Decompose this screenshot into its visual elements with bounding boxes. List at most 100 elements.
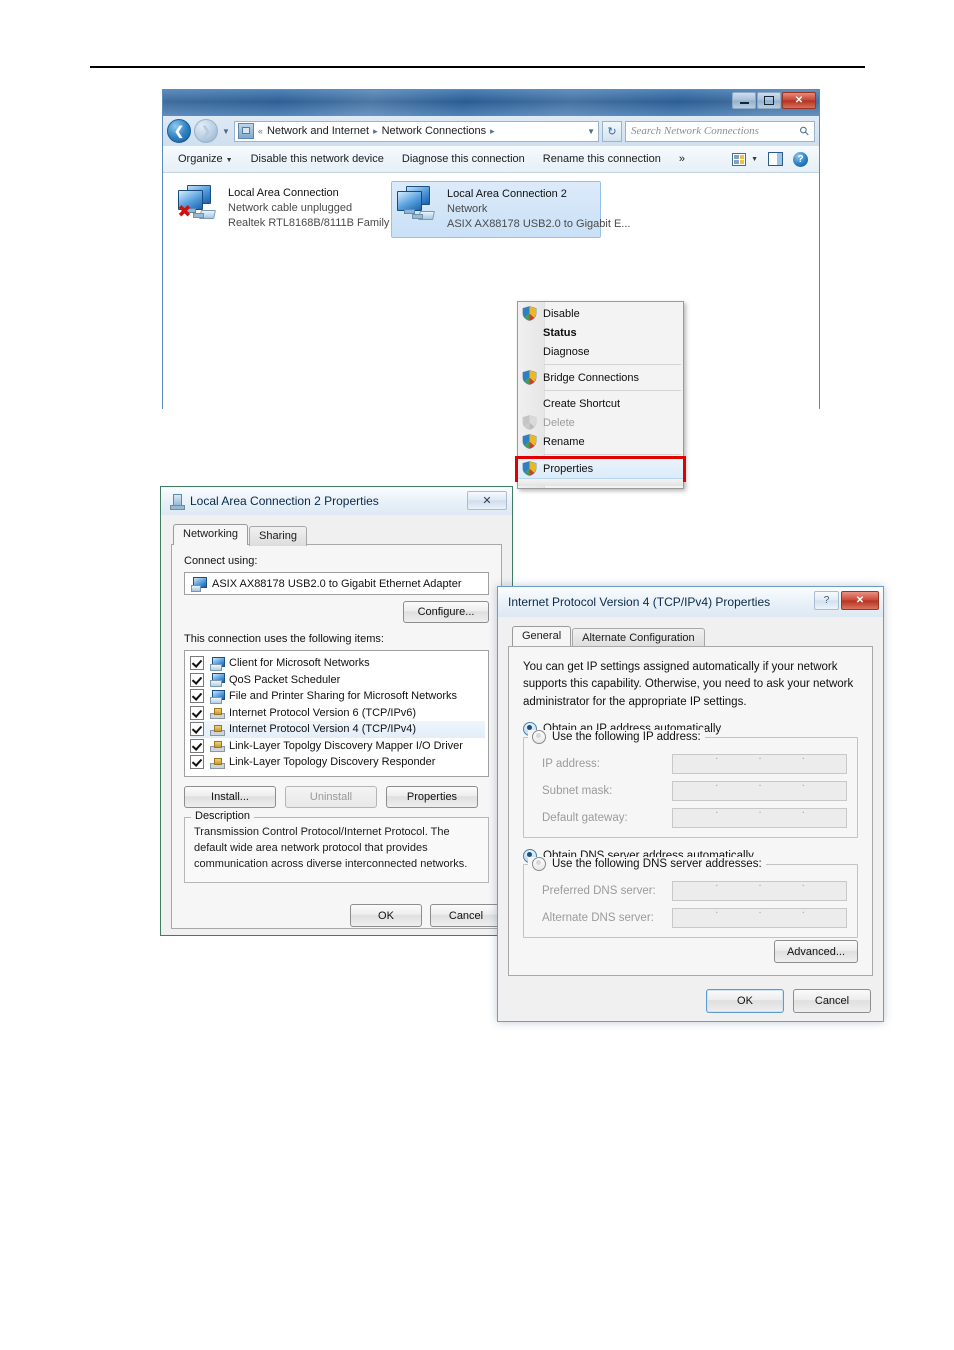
context-menu-icon-placeholder-3 bbox=[522, 396, 537, 411]
radio-use-following-dns[interactable]: Use the following DNS server addresses: bbox=[528, 856, 766, 871]
alternate-dns-input: . . . bbox=[672, 904, 847, 928]
description-text: Transmission Control Protocol/Internet P… bbox=[194, 826, 468, 870]
ipv4-close-button[interactable]: ✕ bbox=[841, 591, 879, 610]
network-items-list[interactable]: Client for Microsoft Networks QoS Packet… bbox=[184, 650, 489, 777]
context-menu-item-bridge-connections[interactable]: Bridge Connections bbox=[518, 368, 683, 387]
ipv4-dialog-content: General Alternate Configuration You can … bbox=[498, 617, 883, 1021]
network-folder-icon bbox=[237, 123, 254, 139]
default-gateway-row: Default gateway: . . . bbox=[542, 804, 847, 828]
connection-item-local-area-connection-2[interactable]: Local Area Connection 2 Network ASIX AX8… bbox=[391, 181, 630, 238]
network-connection-icon bbox=[169, 493, 185, 510]
item-action-buttons: Install... Uninstall Properties bbox=[184, 786, 489, 808]
radio-button-ip-manual[interactable] bbox=[532, 729, 546, 744]
minimize-button[interactable] bbox=[732, 92, 756, 109]
context-menu-icon-placeholder bbox=[522, 325, 537, 340]
network-adapter-icon-2 bbox=[396, 186, 440, 224]
install-button[interactable]: Install... bbox=[184, 786, 276, 808]
item-checkbox[interactable] bbox=[190, 672, 204, 687]
item-label: File and Printer Sharing for Microsoft N… bbox=[229, 690, 458, 703]
item-label: Client for Microsoft Networks bbox=[229, 657, 370, 670]
connection-name: Local Area Connection bbox=[228, 187, 339, 199]
recent-pages-icon[interactable]: ▼ bbox=[221, 127, 231, 136]
connections-list: ✖ Local Area Connection Network cable un… bbox=[163, 181, 819, 238]
ipv4-help-button[interactable]: ? bbox=[814, 591, 839, 610]
breadcrumb-network-and-internet[interactable]: Network and Internet bbox=[267, 125, 369, 137]
breadcrumb-separator-1: ▸ bbox=[373, 125, 378, 136]
context-menu-item-properties[interactable]: Properties bbox=[515, 456, 686, 482]
connection-device: Realtek RTL8168B/8111B Family P... bbox=[228, 216, 408, 229]
list-item[interactable]: Link-Layer Topolgy Discovery Mapper I/O … bbox=[190, 738, 488, 755]
item-checkbox[interactable] bbox=[190, 738, 204, 753]
ip-dot: . bbox=[715, 776, 719, 789]
item-checkbox[interactable] bbox=[190, 689, 204, 704]
radio-use-following-ip[interactable]: Use the following IP address: bbox=[528, 729, 705, 744]
help-button[interactable]: ? bbox=[788, 150, 813, 169]
lac-dialog-title: Local Area Connection 2 Properties bbox=[190, 494, 379, 508]
views-button[interactable]: ▼ bbox=[727, 151, 763, 168]
context-menu-label-rename: Rename bbox=[543, 435, 585, 448]
address-dropdown-icon[interactable]: ▼ bbox=[587, 127, 595, 136]
radio-button-dns-manual[interactable] bbox=[532, 856, 546, 871]
lac-dialog-titlebar: Local Area Connection 2 Properties ✕ bbox=[161, 487, 512, 515]
list-item[interactable]: Link-Layer Topology Discovery Responder bbox=[190, 754, 488, 771]
shield-icon-bridge bbox=[522, 370, 537, 385]
preferred-dns-row: Preferred DNS server: . . . bbox=[542, 876, 847, 901]
radio-label-dns-manual: Use the following DNS server addresses: bbox=[552, 857, 762, 870]
tab-networking[interactable]: Networking bbox=[173, 524, 249, 545]
tab-sharing[interactable]: Sharing bbox=[249, 526, 307, 546]
item-checkbox[interactable] bbox=[190, 656, 204, 671]
context-menu-item-create-shortcut[interactable]: Create Shortcut bbox=[518, 394, 683, 413]
advanced-row: Advanced... bbox=[774, 940, 858, 963]
views-icon bbox=[732, 152, 747, 166]
list-item[interactable]: Internet Protocol Version 6 (TCP/IPv6) bbox=[190, 705, 488, 722]
preview-pane-button[interactable] bbox=[763, 150, 788, 168]
item-checkbox[interactable] bbox=[190, 755, 204, 770]
toolbar-diagnose[interactable]: Diagnose this connection bbox=[393, 150, 534, 168]
item-checkbox[interactable] bbox=[190, 705, 204, 720]
item-properties-button[interactable]: Properties bbox=[386, 786, 478, 808]
general-tab-panel: You can get IP settings assigned automat… bbox=[508, 646, 873, 976]
context-menu-label-properties: Properties bbox=[543, 462, 594, 475]
context-menu-item-rename[interactable]: Rename bbox=[518, 432, 683, 451]
ipv4-ok-button[interactable]: OK bbox=[706, 989, 784, 1013]
lac-ok-button[interactable]: OK bbox=[350, 904, 422, 927]
refresh-button[interactable]: ↻ bbox=[602, 120, 622, 142]
network-connections-window: ✕ ❮ ❯ ▼ « Network and Internet ▸ Network… bbox=[162, 89, 820, 489]
search-input[interactable]: Search Network Connections bbox=[631, 125, 800, 137]
advanced-button[interactable]: Advanced... bbox=[774, 940, 858, 963]
list-item-selected[interactable]: Internet Protocol Version 4 (TCP/IPv4) bbox=[190, 721, 485, 738]
list-item[interactable]: File and Printer Sharing for Microsoft N… bbox=[190, 688, 488, 705]
address-input[interactable]: « Network and Internet ▸ Network Connect… bbox=[233, 120, 599, 142]
toolbar-disable-device[interactable]: Disable this network device bbox=[242, 150, 393, 168]
back-button[interactable]: ❮ bbox=[167, 119, 191, 143]
context-menu-label-bridge-connections: Bridge Connections bbox=[543, 371, 640, 384]
maximize-button[interactable] bbox=[757, 92, 781, 109]
close-button[interactable]: ✕ bbox=[782, 92, 816, 109]
tab-general[interactable]: General bbox=[512, 626, 572, 647]
breadcrumb-network-connections[interactable]: Network Connections bbox=[382, 125, 487, 137]
adapter-display: ASIX AX88178 USB2.0 to Gigabit Ethernet … bbox=[184, 572, 489, 595]
lac-close-button[interactable]: ✕ bbox=[467, 491, 507, 510]
item-checkbox[interactable] bbox=[190, 722, 204, 737]
search-box[interactable]: Search Network Connections ⚲ bbox=[625, 120, 815, 142]
ipv4-cancel-button[interactable]: Cancel bbox=[793, 989, 871, 1013]
protocol-icon bbox=[209, 739, 225, 753]
list-item[interactable]: QoS Packet Scheduler bbox=[190, 672, 488, 689]
lac-cancel-button[interactable]: Cancel bbox=[430, 904, 502, 927]
ip-dot: . bbox=[715, 876, 719, 889]
ipv4-intro-text: You can get IP settings assigned automat… bbox=[523, 661, 854, 708]
connection-item-local-area-connection[interactable]: ✖ Local Area Connection Network cable un… bbox=[173, 181, 408, 238]
forward-button[interactable]: ❯ bbox=[194, 119, 218, 143]
context-menu-item-diagnose[interactable]: Diagnose bbox=[518, 342, 683, 361]
context-menu-item-disable[interactable]: Disable bbox=[518, 304, 683, 323]
breadcrumb-prefix: « bbox=[257, 126, 263, 136]
toolbar-rename[interactable]: Rename this connection bbox=[534, 150, 670, 168]
context-menu-item-status[interactable]: Status bbox=[518, 323, 683, 342]
toolbar-overflow[interactable]: » bbox=[670, 150, 694, 168]
tab-alternate-configuration[interactable]: Alternate Configuration bbox=[572, 628, 705, 648]
list-item[interactable]: Client for Microsoft Networks bbox=[190, 655, 488, 672]
item-label: Internet Protocol Version 6 (TCP/IPv6) bbox=[229, 706, 417, 719]
configure-button[interactable]: Configure... bbox=[403, 601, 489, 623]
toolbar-organize[interactable]: Organize ▼ bbox=[169, 150, 242, 168]
item-label: Link-Layer Topology Discovery Responder bbox=[229, 756, 436, 769]
